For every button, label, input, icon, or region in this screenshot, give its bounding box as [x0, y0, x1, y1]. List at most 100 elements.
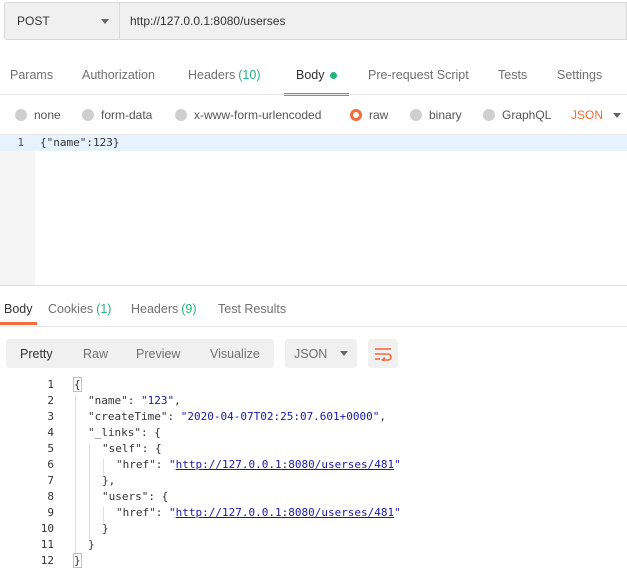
- response-body-viewer[interactable]: 1{2 "name": "123", 3 "createTime": "2020-04…: [0, 377, 627, 571]
- json-string: ": [169, 458, 176, 471]
- view-pretty-button[interactable]: Pretty: [20, 339, 53, 368]
- radio-label: raw: [369, 108, 389, 122]
- radio-circle-icon: [15, 109, 27, 121]
- code-text: }: [88, 538, 95, 551]
- code-line: 3 "createTime": "2020-04-07T02:25:07.601+…: [0, 409, 627, 425]
- radio-label: GraphQL: [502, 108, 552, 122]
- radio-label: binary: [429, 108, 462, 122]
- view-visualize-button[interactable]: Visualize: [210, 339, 260, 368]
- json-link[interactable]: http://127.0.0.1:8080/userses/481: [176, 458, 395, 471]
- response-tab-body[interactable]: Body: [0, 296, 36, 325]
- code-line: 1{: [0, 377, 627, 393]
- tab-headers[interactable]: Headers (10): [188, 58, 260, 92]
- divider: [0, 94, 627, 95]
- radio-graphql[interactable]: GraphQL: [483, 104, 551, 126]
- json-punctuation: : {: [148, 490, 169, 503]
- tab-params[interactable]: Params: [10, 58, 53, 92]
- json-punctuation: }: [88, 538, 95, 551]
- body-format-select[interactable]: JSON: [571, 104, 622, 126]
- line-number: 12: [40, 554, 54, 567]
- method-select[interactable]: POST: [4, 2, 120, 40]
- json-key: "_links": [88, 426, 141, 439]
- response-tab-cookies[interactable]: Cookies (1): [48, 296, 111, 322]
- line-number: 8: [47, 490, 54, 503]
- json-key: "name": [88, 394, 128, 407]
- radio-binary[interactable]: binary: [410, 104, 462, 126]
- json-punctuation: : {: [141, 442, 162, 455]
- json-punctuation: : {: [140, 426, 161, 439]
- line-number: 4: [47, 426, 54, 439]
- tab-pre-request-script[interactable]: Pre-request Script: [368, 58, 469, 92]
- tab-label: Tests: [498, 68, 528, 82]
- code-line: 5 "self": {: [0, 441, 627, 457]
- radio-selected-icon: [350, 109, 362, 121]
- divider: [0, 326, 627, 327]
- request-body-editor[interactable]: 1 {"name":123}: [0, 134, 627, 285]
- radio-label: none: [34, 108, 61, 122]
- radio-circle-icon: [175, 109, 187, 121]
- tab-label: Params: [10, 68, 54, 82]
- json-key: "href": [116, 506, 156, 519]
- json-punctuation: ,: [174, 394, 181, 407]
- response-tab-test-results[interactable]: Test Results: [218, 296, 286, 322]
- json-key: "createTime": [88, 410, 168, 423]
- line-number: 5: [47, 442, 54, 455]
- json-string: ": [394, 506, 401, 519]
- view-preview-button[interactable]: Preview: [136, 339, 180, 368]
- radio-label: x-www-form-urlencoded: [194, 108, 322, 122]
- code-text: "href": "http://127.0.0.1:8080/userses/4…: [116, 506, 401, 519]
- json-string: ": [394, 458, 401, 471]
- json-punctuation: }: [102, 522, 109, 535]
- line-number: 6: [47, 458, 54, 471]
- radio-label: form-data: [101, 108, 153, 122]
- wrap-lines-button[interactable]: [368, 339, 398, 368]
- tab-count: (9): [181, 302, 197, 316]
- code-line: 2 "name": "123",: [0, 393, 627, 409]
- line-number: 1: [17, 136, 24, 149]
- view-raw-button[interactable]: Raw: [83, 339, 108, 368]
- tab-tests[interactable]: Tests: [498, 58, 527, 92]
- json-link[interactable]: http://127.0.0.1:8080/userses/481: [176, 506, 395, 519]
- method-label: POST: [17, 14, 50, 28]
- url-input[interactable]: http://127.0.0.1:8080/userses: [120, 2, 627, 40]
- tab-body[interactable]: Body: [284, 58, 348, 96]
- response-tab-headers[interactable]: Headers (9): [131, 296, 197, 322]
- line-number: 7: [47, 474, 54, 487]
- section-divider: [0, 285, 627, 286]
- code-line: 6 "href": "http://127.0.0.1:8080/userses/…: [0, 457, 627, 473]
- json-punctuation: }: [73, 553, 82, 568]
- chevron-down-icon: [340, 351, 348, 356]
- chevron-down-icon: [101, 19, 109, 24]
- radio-circle-icon: [483, 109, 495, 121]
- radio-none[interactable]: none: [15, 104, 61, 126]
- radio-x-www-form-urlencoded[interactable]: x-www-form-urlencoded: [175, 104, 321, 126]
- tab-label: Body: [4, 302, 33, 316]
- line-number: 9: [47, 506, 54, 519]
- response-view-group: Pretty Raw Preview Visualize: [6, 339, 274, 368]
- code-text: "_links": {: [88, 426, 161, 439]
- json-key: "href": [116, 458, 156, 471]
- code-text: }: [73, 553, 82, 568]
- tab-label: Headers: [188, 68, 236, 82]
- code-line: 4 "_links": {: [0, 425, 627, 441]
- json-punctuation: :: [155, 506, 169, 519]
- json-string: "2020-04-07T02:25:07.601+0000": [180, 410, 380, 423]
- line-number: 1: [47, 378, 54, 391]
- tab-settings[interactable]: Settings: [557, 58, 602, 92]
- response-format-select[interactable]: JSON: [285, 339, 357, 368]
- code-line: 8 "users": {: [0, 489, 627, 505]
- json-string: "123": [141, 394, 175, 407]
- tab-authorization[interactable]: Authorization: [82, 58, 155, 92]
- code-line: 9 "href": "http://127.0.0.1:8080/userses/…: [0, 505, 627, 521]
- request-tabs: Params Authorization Headers (10) Body P…: [0, 58, 627, 96]
- radio-form-data[interactable]: form-data: [82, 104, 152, 126]
- tab-label: Pre-request Script: [368, 68, 469, 82]
- tab-count: (10): [238, 68, 261, 82]
- tab-label: Body: [296, 68, 325, 82]
- tab-label: Settings: [557, 68, 603, 82]
- radio-raw[interactable]: raw: [350, 104, 388, 126]
- tab-count: (1): [96, 302, 112, 316]
- code-line: 11}: [0, 537, 627, 553]
- json-key: "self": [102, 442, 142, 455]
- code-text: "name": "123",: [88, 394, 181, 407]
